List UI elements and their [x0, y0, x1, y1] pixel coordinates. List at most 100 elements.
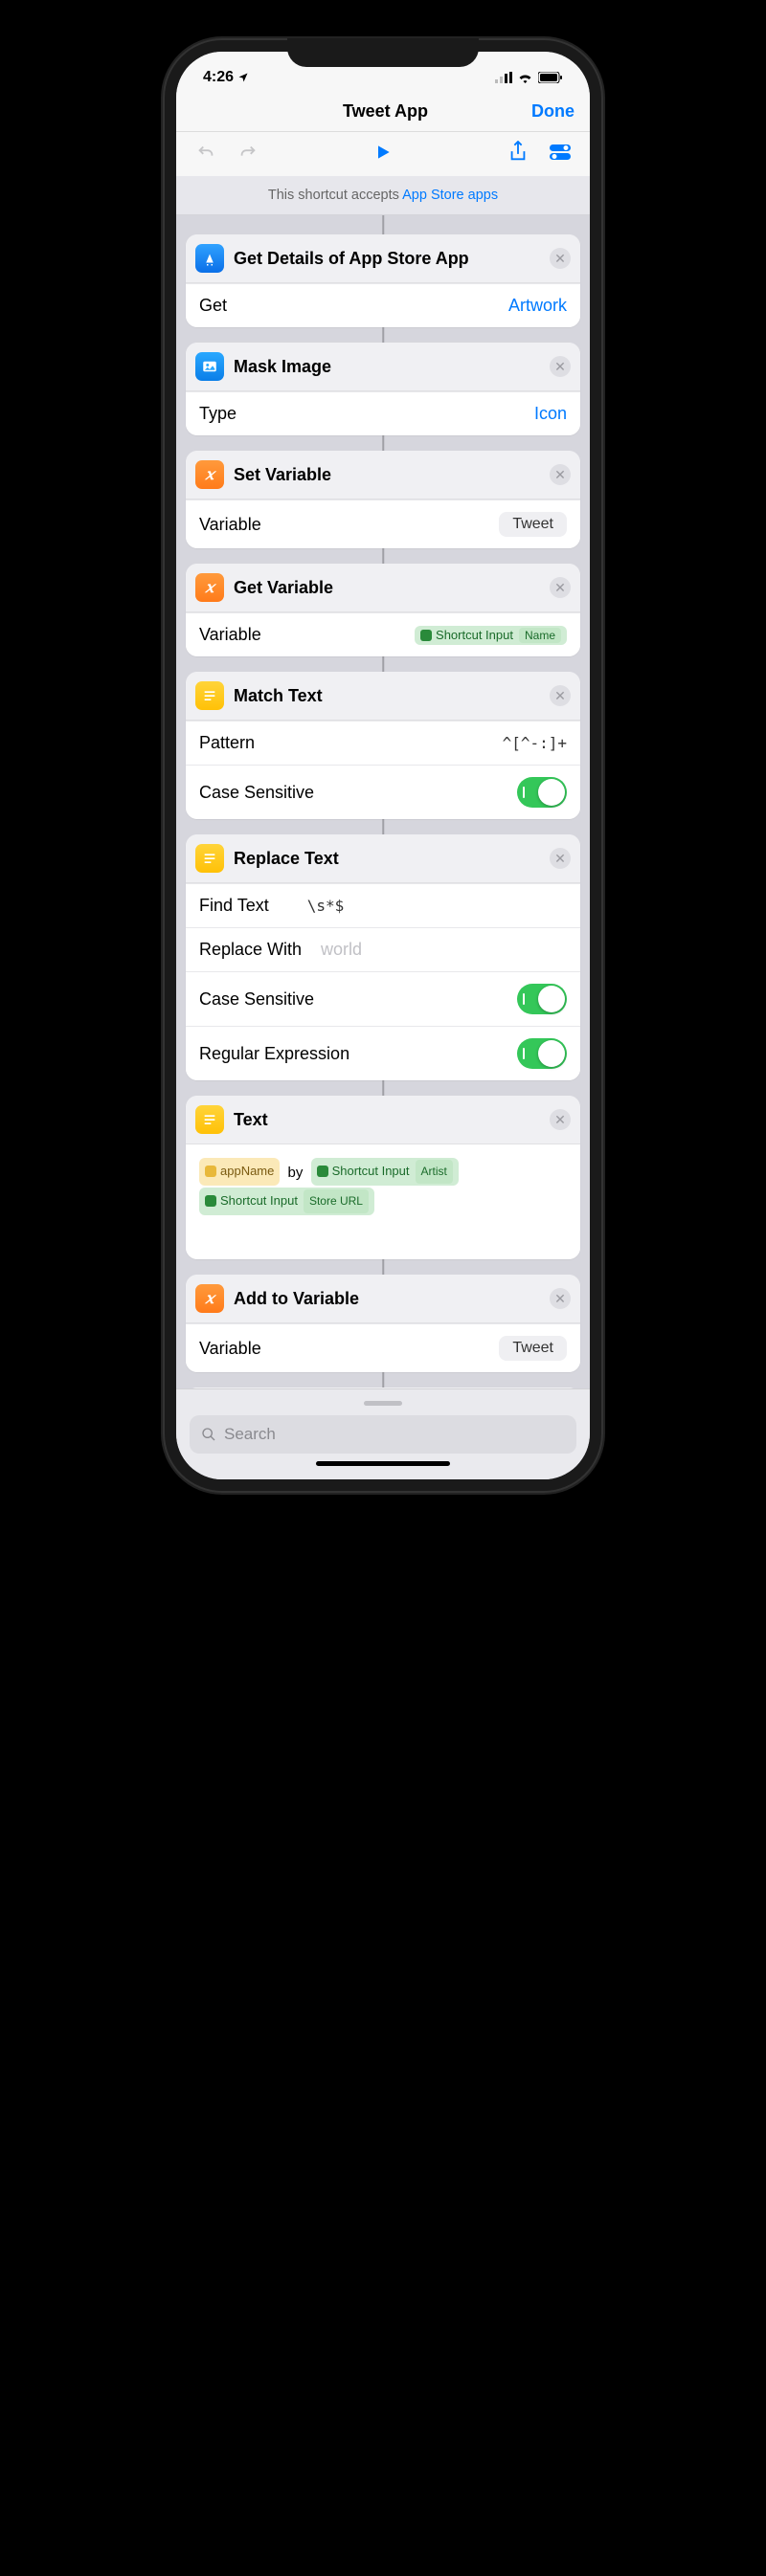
- variable-token-appname[interactable]: appName: [199, 1158, 280, 1186]
- param-row[interactable]: Variable Tweet: [186, 1323, 580, 1372]
- param-row[interactable]: Type Icon: [186, 391, 580, 435]
- variable-icon: 𝑥: [195, 1284, 224, 1313]
- action-title: Get Details of App Store App: [234, 249, 540, 269]
- magic-var-icon: [205, 1195, 216, 1207]
- param-pattern[interactable]: Pattern ^[^-:]+: [186, 721, 580, 765]
- param-label: Variable: [199, 515, 261, 535]
- image-icon: [195, 352, 224, 381]
- bottom-sheet[interactable]: Search: [176, 1388, 590, 1479]
- delete-action-button[interactable]: ✕: [550, 464, 571, 485]
- param-label: Regular Expression: [199, 1044, 349, 1064]
- param-label: Type: [199, 404, 237, 424]
- cellular-icon: [495, 72, 512, 83]
- battery-icon: [538, 72, 563, 83]
- param-label: Find Text: [199, 896, 269, 916]
- action-add-to-variable[interactable]: 𝑥 Add to Variable ✕ Variable Tweet: [186, 1275, 580, 1372]
- undo-button[interactable]: [192, 138, 220, 167]
- variable-token-artist[interactable]: Shortcut Input Artist: [311, 1158, 459, 1186]
- replace-placeholder[interactable]: world: [321, 940, 362, 960]
- param-label: Variable: [199, 625, 261, 645]
- param-regex[interactable]: Regular Expression: [186, 1026, 580, 1080]
- wifi-icon: [517, 72, 533, 83]
- grabber-handle[interactable]: [364, 1401, 402, 1406]
- banner-text: This shortcut accepts: [268, 188, 402, 203]
- param-label: Replace With: [199, 940, 302, 960]
- toggle-on[interactable]: [517, 777, 567, 808]
- text-icon: [195, 844, 224, 873]
- play-button[interactable]: [369, 138, 397, 167]
- param-row[interactable]: Get Artwork: [186, 283, 580, 327]
- device-frame: 4:26 Tweet App Done: [163, 38, 603, 1493]
- location-icon: [237, 72, 249, 83]
- text-literal: by: [288, 1165, 304, 1181]
- param-replace-with[interactable]: Replace With world: [186, 927, 580, 971]
- search-input[interactable]: Search: [190, 1415, 576, 1454]
- variable-icon: 𝑥: [195, 573, 224, 602]
- banner-link[interactable]: App Store apps: [402, 188, 498, 203]
- page-title: Tweet App: [343, 101, 428, 122]
- input-banner: This shortcut accepts App Store apps: [176, 176, 590, 215]
- action-title: Mask Image: [234, 357, 540, 377]
- delete-action-button[interactable]: ✕: [550, 1288, 571, 1309]
- toggle-on[interactable]: [517, 984, 567, 1014]
- search-placeholder: Search: [224, 1425, 276, 1444]
- search-icon: [201, 1427, 216, 1442]
- notch: [287, 38, 479, 67]
- workflow-canvas[interactable]: Get Details of App Store App ✕ Get Artwo…: [176, 215, 590, 1388]
- delete-action-button[interactable]: ✕: [550, 1109, 571, 1130]
- action-set-variable[interactable]: 𝑥 Set Variable ✕ Variable Tweet: [186, 451, 580, 548]
- delete-action-button[interactable]: ✕: [550, 848, 571, 869]
- action-match-text[interactable]: Match Text ✕ Pattern ^[^-:]+ Case Sensit…: [186, 672, 580, 819]
- param-label: Pattern: [199, 733, 255, 753]
- param-case-sensitive[interactable]: Case Sensitive: [186, 765, 580, 819]
- param-row[interactable]: Variable Tweet: [186, 500, 580, 548]
- find-value[interactable]: \s*$: [307, 897, 345, 915]
- status-time: 4:26: [203, 69, 234, 86]
- home-indicator[interactable]: [316, 1461, 450, 1466]
- param-find-text[interactable]: Find Text \s*$: [186, 883, 580, 927]
- variable-token-storeurl[interactable]: Shortcut Input Store URL: [199, 1188, 374, 1215]
- magic-var-icon: [317, 1166, 328, 1177]
- action-mask-image[interactable]: Mask Image ✕ Type Icon: [186, 343, 580, 435]
- param-row[interactable]: Variable Shortcut Input Name: [186, 612, 580, 656]
- param-case-sensitive[interactable]: Case Sensitive: [186, 971, 580, 1026]
- redo-button[interactable]: [234, 138, 262, 167]
- toggle-on[interactable]: [517, 1038, 567, 1069]
- action-title: Replace Text: [234, 849, 540, 869]
- action-get-details[interactable]: Get Details of App Store App ✕ Get Artwo…: [186, 234, 580, 327]
- param-label: Get: [199, 296, 227, 316]
- text-icon: [195, 681, 224, 710]
- done-button[interactable]: Done: [531, 101, 574, 122]
- action-title: Add to Variable: [234, 1289, 540, 1309]
- text-field[interactable]: appName by Shortcut Input Artist Shortcu…: [186, 1144, 580, 1259]
- settings-button[interactable]: [546, 138, 574, 167]
- action-title: Set Variable: [234, 465, 540, 485]
- screen: 4:26 Tweet App Done: [176, 52, 590, 1479]
- param-label: Variable: [199, 1339, 261, 1359]
- action-title: Text: [234, 1110, 540, 1130]
- action-title: Match Text: [234, 686, 540, 706]
- variable-icon: 𝑥: [195, 460, 224, 489]
- toolbar: [176, 132, 590, 176]
- delete-action-button[interactable]: ✕: [550, 685, 571, 706]
- nav-bar: Tweet App Done: [176, 94, 590, 132]
- param-value[interactable]: Tweet: [499, 1336, 567, 1361]
- appstore-icon: [195, 244, 224, 273]
- delete-action-button[interactable]: ✕: [550, 248, 571, 269]
- param-value[interactable]: Artwork: [508, 296, 567, 316]
- var-icon: [205, 1166, 216, 1177]
- variable-token[interactable]: Shortcut Input Name: [415, 626, 567, 645]
- param-label: Case Sensitive: [199, 783, 314, 803]
- param-value[interactable]: Icon: [534, 404, 567, 424]
- share-button[interactable]: [504, 138, 532, 167]
- delete-action-button[interactable]: ✕: [550, 356, 571, 377]
- action-replace-text[interactable]: Replace Text ✕ Find Text \s*$ Replace Wi…: [186, 834, 580, 1080]
- param-label: Case Sensitive: [199, 989, 314, 1010]
- delete-action-button[interactable]: ✕: [550, 577, 571, 598]
- pattern-value[interactable]: ^[^-:]+: [503, 734, 567, 752]
- text-icon: [195, 1105, 224, 1134]
- action-get-variable[interactable]: 𝑥 Get Variable ✕ Variable Shortcut Input…: [186, 564, 580, 656]
- action-text[interactable]: Text ✕ appName by Shortcut Input Artist: [186, 1096, 580, 1259]
- param-value[interactable]: Tweet: [499, 512, 567, 537]
- magic-var-icon: [420, 630, 432, 641]
